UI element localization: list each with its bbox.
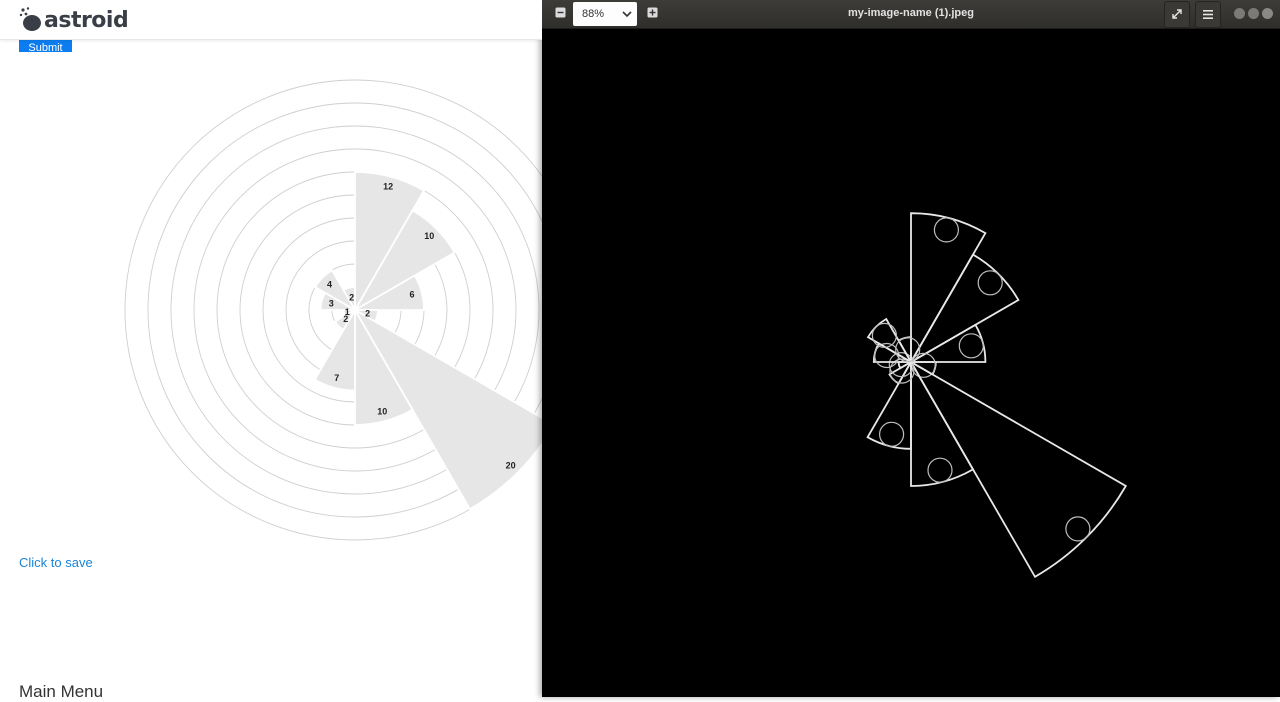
image-label-circle <box>977 270 1003 296</box>
minus-icon <box>555 7 565 18</box>
hamburger-icon <box>1203 10 1213 19</box>
chart-value-label: 2 <box>365 308 370 318</box>
save-link[interactable]: Click to save <box>19 555 93 570</box>
close-window-button[interactable] <box>1262 8 1273 19</box>
image-label-circle <box>958 333 984 359</box>
zoom-out-button[interactable] <box>550 4 570 24</box>
chart-value-label: 3 <box>329 299 334 309</box>
zoom-value: 88% <box>582 8 605 20</box>
chart-value-label: 20 <box>506 461 516 471</box>
image-canvas <box>542 29 1280 697</box>
polar-chart: 12 10 6 2 20 10 7 2 1 3 4 2 <box>0 60 542 560</box>
chart-value-label: 6 <box>409 290 414 300</box>
polar-chart-svg: 1210622010721342 <box>124 79 542 541</box>
chart-value-label: 7 <box>334 373 339 383</box>
site-header: astroid <box>0 0 542 40</box>
image-viewer-window: 88% my-image-name (1).jpeg <box>542 0 1280 697</box>
viewer-titlebar[interactable]: 88% my-image-name (1).jpeg <box>542 0 1280 29</box>
zoom-select[interactable]: 88% <box>573 2 637 26</box>
maximize-window-button[interactable] <box>1248 8 1259 19</box>
chart-value-label: 2 <box>349 292 354 302</box>
fullscreen-button[interactable] <box>1164 1 1190 28</box>
expand-icon <box>1172 9 1182 19</box>
minimize-window-button[interactable] <box>1234 8 1245 19</box>
chart-value-label: 4 <box>327 280 332 290</box>
astroid-logo-icon <box>19 7 41 31</box>
zoom-in-button[interactable] <box>642 4 662 24</box>
viewer-image <box>866 212 1128 579</box>
image-wedge-outline <box>908 359 1128 579</box>
image-label-circle <box>927 457 953 483</box>
chart-value-label: 1 <box>345 307 350 317</box>
image-wedge-outline <box>908 253 1020 365</box>
web-page: astroid Submit 12 10 6 2 20 10 7 2 1 3 4 2 Click to… <box>0 0 542 697</box>
image-label-circle <box>1065 516 1091 542</box>
plus-icon <box>647 7 657 18</box>
main-menu-heading: Main Menu <box>19 682 104 697</box>
chart-value-label: 10 <box>424 231 434 241</box>
chart-value-label: 12 <box>383 181 393 191</box>
chart-value-label: 10 <box>377 406 387 416</box>
menu-button[interactable] <box>1195 1 1221 28</box>
chevron-down-icon <box>622 10 632 17</box>
image-label-circle <box>933 217 959 243</box>
brand-logo[interactable]: astroid <box>18 5 129 35</box>
brand-name: astroid <box>44 7 129 33</box>
image-label-circle <box>879 421 905 447</box>
